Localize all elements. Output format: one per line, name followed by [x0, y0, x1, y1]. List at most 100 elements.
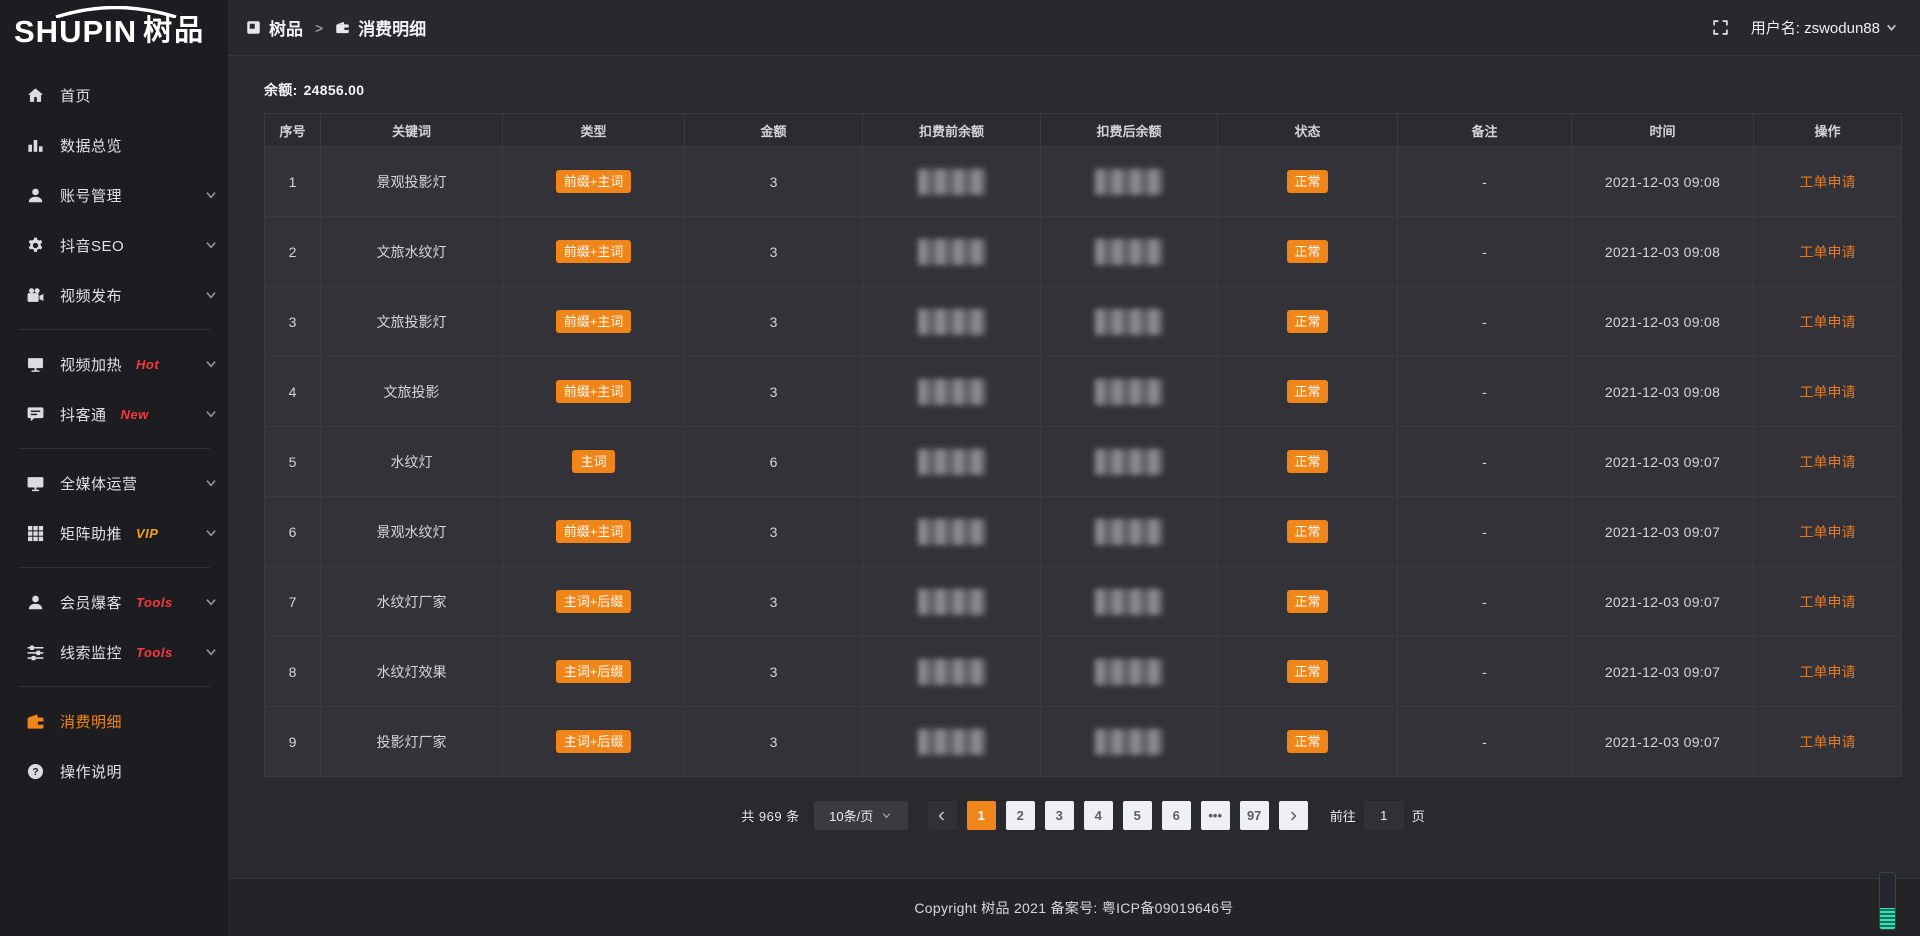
jump-prefix: 前往 — [1330, 806, 1356, 825]
sidebar-item-data-overview[interactable]: 数据总览 — [0, 120, 228, 170]
masked-balance-before — [918, 659, 986, 685]
user-icon — [26, 186, 45, 205]
page-button-97[interactable]: 97 — [1240, 801, 1269, 830]
cell-keyword: 景观投影灯 — [321, 147, 503, 217]
sidebar-item-consume-detail[interactable]: 消费明细 — [0, 696, 228, 746]
sidebar-item-manual[interactable]: ?操作说明 — [0, 746, 228, 796]
cell-amount: 3 — [685, 497, 863, 567]
chevron-down-icon — [204, 188, 218, 202]
svg-text:?: ? — [32, 767, 38, 778]
cell-amount: 3 — [685, 707, 863, 777]
sidebar-item-douyin-seo[interactable]: 抖音SEO — [0, 220, 228, 270]
cell-balance-after — [1041, 637, 1218, 707]
cell-balance-before — [863, 497, 1041, 567]
work-order-link[interactable]: 工单申请 — [1800, 592, 1856, 612]
cell-status: 正常 — [1218, 357, 1398, 427]
breadcrumb-root[interactable]: 树品 — [269, 15, 303, 40]
masked-balance-after — [1095, 379, 1163, 405]
cell-amount: 3 — [685, 567, 863, 637]
cell-type: 主词+后缀 — [503, 707, 685, 777]
cell-amount: 3 — [685, 637, 863, 707]
username-label: 用户名: zswodun88 — [1751, 17, 1880, 38]
fullscreen-icon[interactable] — [1712, 19, 1729, 36]
cell-status: 正常 — [1218, 217, 1398, 287]
status-badge: 正常 — [1287, 590, 1327, 613]
status-badge: 正常 — [1287, 170, 1327, 193]
type-badge: 前缀+主词 — [556, 240, 632, 263]
masked-balance-after — [1095, 659, 1163, 685]
pagination-total: 共 969 条 — [741, 806, 799, 825]
sidebar-item-tag: Tools — [136, 645, 173, 660]
breadcrumb-current[interactable]: 消费明细 — [358, 15, 426, 40]
sidebar-item-label: 首页 — [60, 85, 91, 106]
work-order-link[interactable]: 工单申请 — [1800, 522, 1856, 542]
logo-text-cn: 树品 — [143, 17, 205, 46]
cell-type: 前缀+主词 — [503, 497, 685, 567]
cell-status: 正常 — [1218, 147, 1398, 217]
cell-balance-before — [863, 567, 1041, 637]
sidebar-item-video-publish[interactable]: 视频发布 — [0, 270, 228, 320]
next-page-button[interactable] — [1279, 801, 1308, 830]
page-button-active-1[interactable]: 1 — [967, 801, 996, 830]
work-order-link[interactable]: 工单申请 — [1800, 662, 1856, 682]
page-button-3[interactable]: 3 — [1045, 801, 1074, 830]
page-button-•••[interactable]: ••• — [1201, 801, 1230, 830]
work-order-link[interactable]: 工单申请 — [1800, 382, 1856, 402]
cell-remark: - — [1398, 217, 1572, 287]
cell-time: 2021-12-03 09:08 — [1572, 357, 1754, 427]
cell-index: 2 — [265, 217, 321, 287]
sidebar-nav: 首页数据总览账号管理抖音SEO 视频发布视频加热Hot抖客通New 全媒体运营矩阵助… — [0, 62, 228, 796]
message-icon — [26, 405, 45, 424]
sidebar-item-tag: Hot — [136, 357, 159, 372]
logo-arc — [52, 6, 180, 18]
column-header: 扣费后余额 — [1041, 114, 1218, 147]
sidebar-divider — [18, 448, 210, 449]
cell-index: 8 — [265, 637, 321, 707]
sidebar-item-label: 视频发布 — [60, 285, 122, 306]
page-size-select[interactable]: 10条/页 — [814, 801, 908, 830]
cell-keyword: 文旅投影 — [321, 357, 503, 427]
prev-page-button[interactable] — [928, 801, 957, 830]
column-header: 状态 — [1218, 114, 1398, 147]
sidebar-item-member-baoke[interactable]: 会员爆客Tools — [0, 577, 228, 627]
masked-balance-after — [1095, 239, 1163, 265]
cell-balance-before — [863, 357, 1041, 427]
content: 余额:24856.00 序号关键词类型金额扣费前余额扣费后余额状态备注时间操作 … — [228, 56, 1920, 878]
page-button-6[interactable]: 6 — [1162, 801, 1191, 830]
work-order-link[interactable]: 工单申请 — [1800, 242, 1856, 262]
scroll-widget[interactable] — [1879, 872, 1896, 930]
user-menu[interactable]: 用户名: zswodun88 — [1751, 17, 1898, 38]
cell-action: 工单申请 — [1754, 217, 1901, 287]
cell-type: 前缀+主词 — [503, 287, 685, 357]
page-button-5[interactable]: 5 — [1123, 801, 1152, 830]
work-order-link[interactable]: 工单申请 — [1800, 312, 1856, 332]
chevron-down-icon — [1885, 21, 1898, 34]
work-order-link[interactable]: 工单申请 — [1800, 452, 1856, 472]
page-jump-input[interactable]: 1 — [1364, 801, 1404, 830]
sidebar-item-video-heat[interactable]: 视频加热Hot — [0, 339, 228, 389]
sidebar-item-home[interactable]: 首页 — [0, 70, 228, 120]
cell-remark: - — [1398, 287, 1572, 357]
page-button-4[interactable]: 4 — [1084, 801, 1113, 830]
chevron-down-icon — [881, 810, 892, 821]
page-button-2[interactable]: 2 — [1006, 801, 1035, 830]
sidebar-item-matrix-boost[interactable]: 矩阵助推VIP — [0, 508, 228, 558]
sidebar-item-account-manage[interactable]: 账号管理 — [0, 170, 228, 220]
bar-chart-icon — [26, 136, 45, 155]
cell-keyword: 文旅水纹灯 — [321, 217, 503, 287]
chevron-down-icon — [204, 526, 218, 540]
work-order-link[interactable]: 工单申请 — [1800, 732, 1856, 752]
status-badge: 正常 — [1287, 450, 1327, 473]
topbar: 树品 > 消费明细 用户名: zswodun88 — [228, 0, 1920, 56]
sidebar-item-media-operation[interactable]: 全媒体运营 — [0, 458, 228, 508]
table-row: 3文旅投影灯前缀+主词3正常-2021-12-03 09:08工单申请 — [265, 287, 1901, 357]
user-icon — [26, 593, 45, 612]
sidebar-item-clue-monitor[interactable]: 线索监控Tools — [0, 627, 228, 677]
chevron-down-icon — [204, 357, 218, 371]
pagination: 共 969 条10条/页123456•••97前往1页 — [264, 801, 1902, 830]
work-order-link[interactable]: 工单申请 — [1800, 172, 1856, 192]
cell-index: 9 — [265, 707, 321, 777]
screen-icon — [26, 355, 45, 374]
status-badge: 正常 — [1287, 310, 1327, 333]
sidebar-item-douketong[interactable]: 抖客通New — [0, 389, 228, 439]
